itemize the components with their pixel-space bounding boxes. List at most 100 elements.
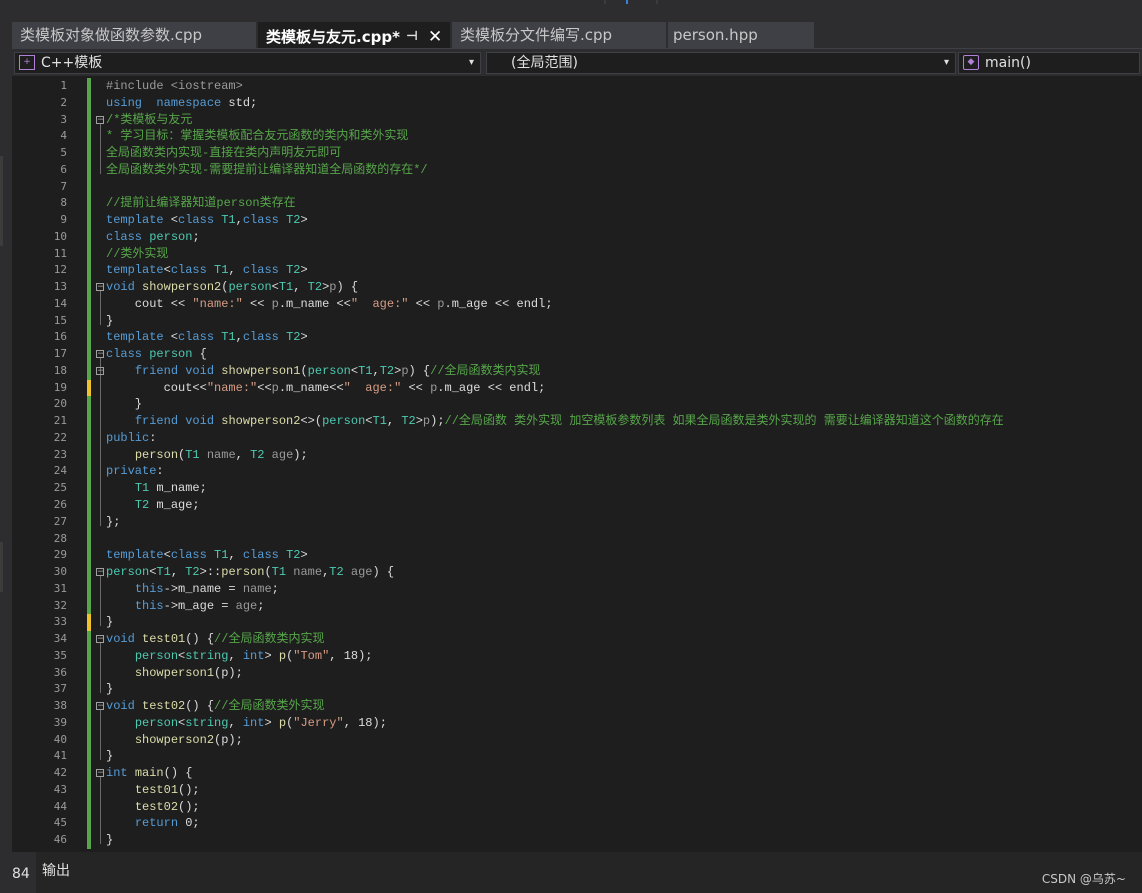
code-token: ;	[192, 229, 200, 244]
collapse-icon[interactable]: −	[96, 366, 105, 375]
collapse-icon[interactable]: −	[96, 115, 105, 124]
code-token: :	[156, 464, 164, 479]
code-line[interactable]: void test01() {//全局函数类内实现	[106, 631, 324, 648]
tab-class-template-friend[interactable]: 类模板与友元.cpp* ⊣ ✕	[258, 22, 450, 48]
code-token: void	[106, 699, 135, 714]
tab-label: 类模板对象做函数参数.cpp	[20, 26, 203, 44]
code-line[interactable]: person<T1, T2>::person(T1 name,T2 age) {	[106, 564, 394, 581]
code-line[interactable]: using namespace std;	[106, 95, 257, 112]
code-line[interactable]: friend void showperson2<>(person<T1, T2>…	[106, 413, 1004, 430]
code-line[interactable]: void test02() {//全局函数类外实现	[106, 698, 324, 715]
code-token: ) {	[408, 363, 431, 378]
code-line[interactable]: }	[106, 396, 142, 413]
code-token: T1	[185, 447, 200, 462]
code-line[interactable]: public:	[106, 430, 156, 447]
code-editor[interactable]: 1 #include <iostream> 2 using namespace std…	[12, 76, 1142, 852]
code-line[interactable]: }	[106, 748, 113, 765]
code-line[interactable]: #include <iostream>	[106, 78, 243, 95]
scope-dropdown[interactable]: (全局范围) ▾	[486, 52, 956, 74]
line-number: 6	[60, 162, 67, 176]
code-token: p	[271, 296, 279, 311]
collapse-icon[interactable]: −	[96, 350, 105, 359]
code-line[interactable]: class person;	[106, 229, 200, 246]
code-token: ,	[235, 213, 243, 228]
code-line[interactable]: }	[106, 313, 113, 330]
code-line[interactable]: showperson2(p);	[106, 732, 243, 749]
tool-strip-tab[interactable]	[0, 156, 3, 246]
code-line[interactable]: test01();	[106, 782, 200, 799]
line-number: 2	[60, 95, 67, 109]
code-token: ();	[178, 782, 200, 797]
code-line[interactable]: /*类模板与友元	[106, 112, 192, 129]
code-token: 全局函数类内实现-直接在类内声明友元即可	[106, 146, 342, 161]
code-line[interactable]: void showperson2(person<T1, T2>p) {	[106, 279, 358, 296]
code-token: ;	[271, 581, 279, 596]
collapse-icon[interactable]: −	[96, 283, 105, 292]
code-line[interactable]: template <class T1,class T2>	[106, 329, 308, 346]
code-line[interactable]: class person {	[106, 346, 207, 363]
code-line[interactable]: template <class T1,class T2>	[106, 212, 308, 229]
tab-class-template-split-files[interactable]: 类模板分文件编写.cpp	[452, 22, 666, 48]
zoom-level[interactable]: 84	[12, 866, 30, 882]
code-line[interactable]: cout<<"name:"<<p.m_name<<" age:" << p.m_…	[106, 380, 546, 397]
code-line[interactable]: //提前让编译器知道person类存在	[106, 195, 296, 212]
code-line[interactable]: person(T1 name, T2 age);	[106, 447, 308, 464]
code-token: <	[163, 213, 179, 228]
code-line[interactable]: template<class T1, class T2>	[106, 547, 308, 564]
line-number: 38	[53, 699, 67, 713]
code-line[interactable]: 全局函数类外实现-需要提前让编译器知道全局函数的存在*/	[106, 162, 428, 179]
output-panel-title: 输出	[42, 863, 70, 879]
tab-class-template-object-param[interactable]: 类模板对象做函数参数.cpp	[12, 22, 256, 48]
code-token: string	[185, 648, 229, 663]
collapse-icon[interactable]: −	[96, 702, 105, 711]
code-line[interactable]: * 学习目标：掌握类模板配合友元函数的类内和类外实现	[106, 128, 408, 145]
code-line[interactable]: private:	[106, 463, 164, 480]
pin-icon[interactable]: ⊣	[406, 24, 418, 48]
line-number: 9	[60, 213, 67, 227]
code-token: T1	[372, 414, 387, 429]
collapse-icon[interactable]: −	[96, 568, 105, 577]
collapse-icon[interactable]: −	[96, 635, 105, 644]
chevron-down-icon: ▾	[943, 57, 949, 68]
code-line[interactable]: cout << "name:" << p.m_name <<" age:" <<…	[106, 296, 553, 313]
code-line[interactable]: this->m_name = name;	[106, 581, 279, 598]
code-line[interactable]: 全局函数类内实现-直接在类内声明友元即可	[106, 145, 341, 162]
fold-guide	[100, 777, 101, 845]
tab-person-hpp[interactable]: person.hpp	[668, 22, 814, 48]
code-line[interactable]: test02();	[106, 799, 200, 816]
code-token: <	[365, 414, 373, 429]
code-line[interactable]: int main() {	[106, 765, 192, 782]
code-token: friend	[134, 414, 179, 429]
code-token: person	[149, 347, 193, 362]
code-token: }	[106, 682, 114, 697]
collapse-icon[interactable]: −	[96, 769, 105, 778]
close-icon[interactable]: ✕	[428, 24, 442, 48]
code-line[interactable]: }	[106, 832, 113, 849]
code-line[interactable]: }	[106, 681, 113, 698]
code-token: main	[134, 766, 164, 781]
code-line[interactable]: T2 m_age;	[106, 497, 200, 514]
code-line[interactable]: friend void showperson1(person<T1,T2>p) …	[106, 363, 541, 380]
tool-strip-tab[interactable]	[0, 542, 3, 592]
code-line[interactable]: template<class T1, class T2>	[106, 262, 308, 279]
code-line[interactable]: this->m_age = age;	[106, 598, 265, 615]
code-token: T2	[185, 565, 200, 580]
code-token: class	[242, 263, 279, 278]
code-line[interactable]: //类外实现	[106, 246, 168, 263]
code-line[interactable]: person<string, int> p("Tom", 18);	[106, 648, 373, 665]
fold-guide	[100, 576, 101, 627]
code-line[interactable]: T1 m_name;	[106, 480, 207, 497]
code-line[interactable]: };	[106, 514, 120, 531]
code-line[interactable]: return 0;	[106, 815, 200, 832]
member-dropdown[interactable]: ◆ main()	[958, 52, 1140, 74]
code-line[interactable]: showperson1(p);	[106, 665, 243, 682]
code-token: p	[278, 648, 287, 663]
line-number: 7	[60, 179, 67, 193]
project-dropdown[interactable]: + C++模板 ▾	[14, 52, 481, 74]
code-line[interactable]: person<string, int> p("Jerry", 18);	[106, 715, 387, 732]
code-line[interactable]: }	[106, 614, 113, 631]
